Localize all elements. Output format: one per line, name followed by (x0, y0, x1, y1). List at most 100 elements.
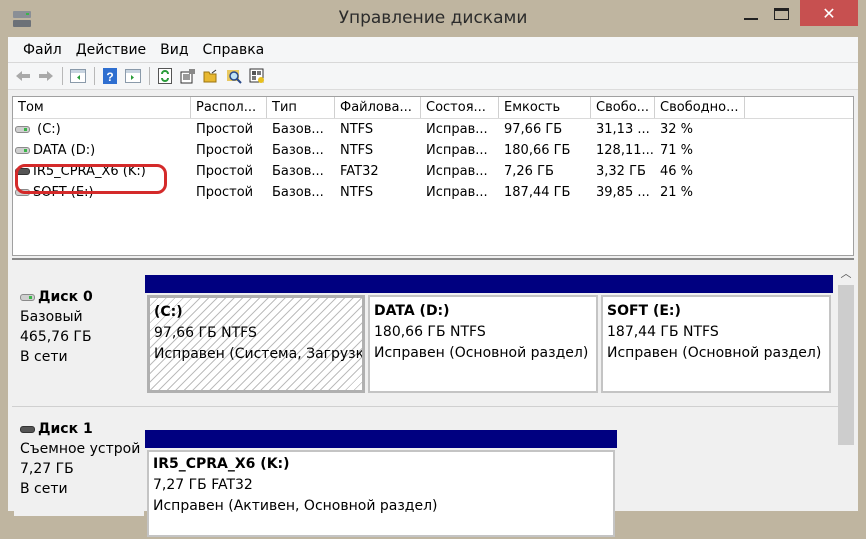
scroll-up-icon[interactable]: ︿ (838, 265, 854, 283)
partition-k[interactable]: IR5_CPRA_X6 (K:) 7,27 ГБ FAT32 Исправен … (145, 430, 617, 539)
maximize-button[interactable] (768, 0, 794, 27)
toolbar-separator (62, 67, 63, 85)
menu-view[interactable]: Вид (153, 42, 195, 58)
disk-kind: Съемное устрой (20, 441, 141, 457)
properties-icon (180, 69, 195, 84)
toolbar: ? (8, 63, 858, 90)
menu-help[interactable]: Справка (196, 42, 272, 58)
volume-layout-text: Простой (196, 164, 254, 179)
volume-status-text: Исправ... (426, 164, 488, 179)
volume-free-space-text: 39,85 ... (596, 185, 650, 200)
back-icon (15, 71, 30, 81)
volume-free-percent-text: 46 % (660, 164, 694, 179)
help-button[interactable]: ? (99, 66, 120, 86)
volume-layout: Простой (191, 122, 267, 137)
volume-capacity-text: 7,26 ГБ (504, 164, 554, 179)
removable-disk-icon (20, 425, 35, 433)
properties-button[interactable] (177, 66, 198, 86)
disk-name: Диск 1 (38, 421, 93, 437)
volume-filesystem: NTFS (335, 185, 421, 200)
volume-row[interactable]: (C:) Простой Базов... NTFS Исправ... 97,66 ГБ… (13, 119, 853, 140)
partition-title: SOFT (E:) (607, 303, 681, 319)
column-header-free-space[interactable]: Свобо... (591, 97, 655, 118)
partition-body: DATA (D:) 180,66 ГБ NTFS Исправен (Основ… (368, 295, 598, 393)
back-button[interactable] (12, 66, 33, 86)
volume-capacity: 180,66 ГБ (499, 143, 591, 158)
volume-free-percent-text: 21 % (660, 185, 694, 200)
volume-row[interactable]: DATA (D:) Простой Базов... NTFS Исправ... 180… (13, 140, 853, 161)
partition-status: Исправен (Система, Загрузка, (154, 346, 365, 362)
partition-bar (145, 430, 617, 448)
refresh-button[interactable] (154, 66, 175, 86)
volume-status: Исправ... (421, 164, 499, 179)
volume-free-percent-text: 32 % (660, 122, 694, 137)
volume-status: Исправ... (421, 143, 499, 158)
disk-0-label[interactable]: Диск 0 Базовый 465,76 ГБ В сети (14, 275, 144, 395)
volume-free-space: 39,85 ... (591, 185, 655, 200)
volume-type: Базов... (267, 185, 335, 200)
volume-status-text: Исправ... (426, 185, 488, 200)
menu-file[interactable]: Файл (16, 42, 69, 58)
drive-icon (15, 126, 30, 133)
svg-text:?: ? (106, 70, 113, 84)
close-button[interactable]: ✕ (800, 0, 858, 26)
volume-free-percent: 21 % (655, 185, 745, 200)
disk-1-label[interactable]: Диск 1 Съемное устрой 7,27 ГБ В сети (14, 407, 144, 516)
explore-button[interactable] (223, 66, 244, 86)
column-header-capacity[interactable]: Емкость (499, 97, 591, 118)
column-header-type[interactable]: Тип (267, 97, 335, 118)
partition-bar (145, 275, 367, 293)
volume-status: Исправ... (421, 122, 499, 137)
volume-free-space-text: 3,32 ГБ (596, 164, 646, 179)
column-header-filesystem[interactable]: Файлова... (335, 97, 421, 118)
volume-filesystem-text: NTFS (340, 185, 374, 200)
minimize-button[interactable] (738, 0, 764, 27)
partition-title: DATA (D:) (374, 303, 450, 319)
settings-button[interactable] (246, 66, 267, 86)
client-area: Файл Действие Вид Справка ? Том Распол..… (8, 37, 858, 537)
volume-name: (C:) (13, 122, 191, 137)
volume-layout-text: Простой (196, 122, 254, 137)
column-header-free-percent[interactable]: Свободно... (655, 97, 745, 118)
volume-filesystem: FAT32 (335, 164, 421, 179)
vertical-scrollbar[interactable]: ︿ (838, 265, 854, 511)
partition-size-fs: 7,27 ГБ FAT32 (153, 477, 253, 493)
explore-icon (226, 70, 242, 84)
minimize-icon (744, 17, 758, 20)
drive-icon (15, 147, 30, 154)
partition-d[interactable]: DATA (D:) 180,66 ГБ NTFS Исправен (Основ… (366, 275, 600, 395)
partition-status: Исправен (Основной раздел) (607, 345, 822, 361)
volume-filesystem-text: FAT32 (340, 164, 379, 179)
highlight-annotation (15, 164, 167, 194)
volume-layout: Простой (191, 185, 267, 200)
toolbar-separator (94, 67, 95, 85)
partition-c[interactable]: (C:) 97,66 ГБ NTFS Исправен (Система, За… (145, 275, 367, 395)
partition-title: IR5_CPRA_X6 (K:) (153, 456, 290, 472)
volume-name: DATA (D:) (13, 143, 191, 158)
volume-free-space: 3,32 ГБ (591, 164, 655, 179)
volume-filesystem-text: NTFS (340, 122, 374, 137)
volume-filesystem: NTFS (335, 143, 421, 158)
column-header-status[interactable]: Состоя... (421, 97, 499, 118)
volume-capacity-text: 180,66 ГБ (504, 143, 571, 158)
partition-size-fs: 180,66 ГБ NTFS (374, 324, 486, 340)
open-icon (203, 69, 216, 83)
disk-size: 7,27 ГБ (20, 461, 74, 477)
show-hide-action-pane-button[interactable] (122, 66, 143, 86)
volume-free-percent: 32 % (655, 122, 745, 137)
volume-filesystem: NTFS (335, 122, 421, 137)
column-header-volume[interactable]: Том (13, 97, 191, 118)
scrollbar-thumb[interactable] (838, 285, 854, 445)
volume-free-space-text: 31,13 ... (596, 122, 650, 137)
menu-action[interactable]: Действие (69, 42, 153, 58)
open-button[interactable] (200, 66, 221, 86)
volume-free-percent: 71 % (655, 143, 745, 158)
partition-e[interactable]: SOFT (E:) 187,44 ГБ NTFS Исправен (Основ… (599, 275, 833, 395)
volume-status-text: Исправ... (426, 143, 488, 158)
volume-layout-text: Простой (196, 143, 254, 158)
pane-splitter[interactable] (12, 258, 854, 262)
column-header-layout[interactable]: Распол... (191, 97, 267, 118)
disk-row-1: Диск 1 Съемное устрой 7,27 ГБ В сети IR5… (12, 406, 838, 537)
forward-button[interactable] (35, 66, 56, 86)
show-hide-console-tree-button[interactable] (67, 66, 88, 86)
